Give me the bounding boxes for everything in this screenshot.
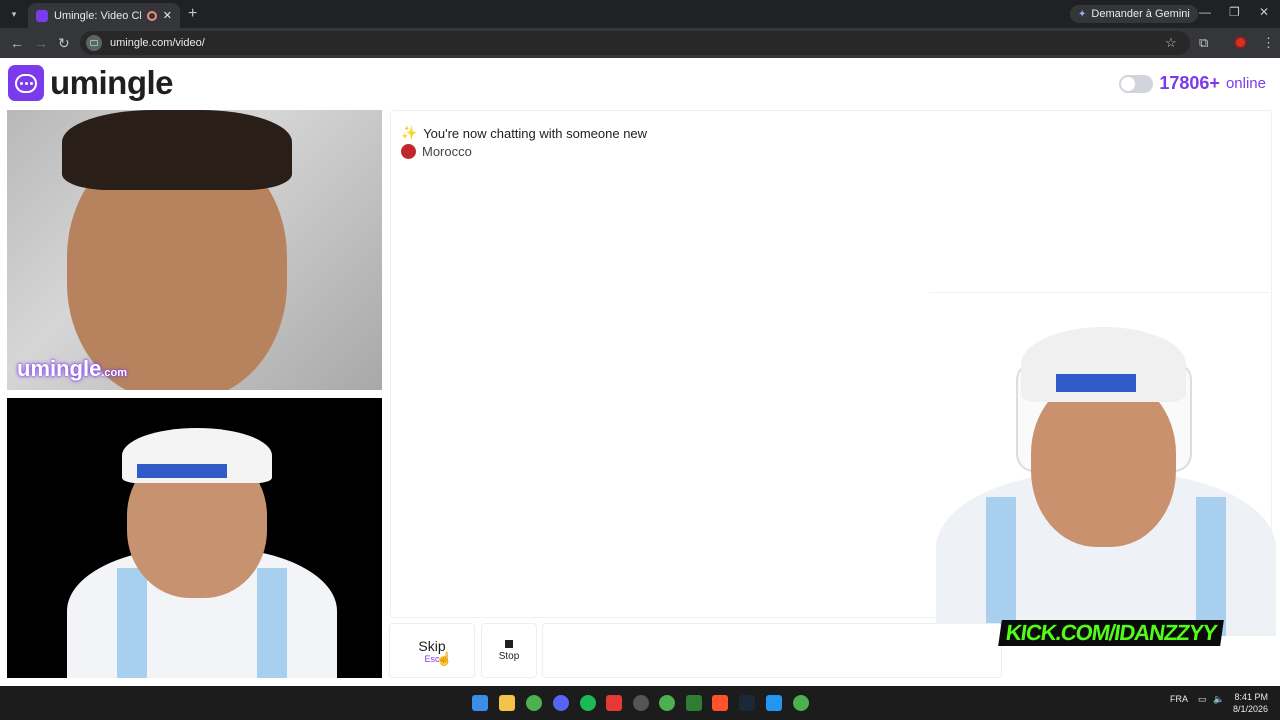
windows-taskbar: FRA ▭ 🔈 8:41 PM 8/1/2026: [0, 686, 1280, 720]
streamer-face: [1031, 377, 1176, 547]
self-video: [7, 398, 382, 678]
back-icon[interactable]: ←: [10, 35, 24, 51]
overlay-ghost-line: [929, 292, 1269, 293]
browser-tab-bar: ▾ Umingle: Video Chat with S ✕ + ✦ Deman…: [0, 0, 1280, 28]
umingle-favicon-icon: [36, 9, 48, 22]
stranger-hair: [62, 110, 292, 190]
chat-bubble-logo-icon: [8, 65, 44, 101]
browser-menu-icon[interactable]: ⋮: [1262, 35, 1275, 51]
obs-icon[interactable]: [633, 695, 649, 711]
chrome-2-icon[interactable]: [793, 695, 809, 711]
tab-search-icon[interactable]: ▾: [6, 6, 22, 22]
steam-icon[interactable]: [739, 695, 755, 711]
discord-icon[interactable]: [553, 695, 569, 711]
online-label: online: [1225, 75, 1266, 92]
country-message: Morocco: [401, 144, 472, 159]
self-headband: [137, 464, 227, 478]
reload-icon[interactable]: ↻: [58, 35, 70, 52]
window-close-icon[interactable]: ✕: [1259, 5, 1269, 19]
theme-toggle[interactable]: [1119, 74, 1154, 93]
forward-icon[interactable]: →: [34, 35, 48, 51]
site-logo[interactable]: umingle: [8, 64, 174, 102]
url-text: umingle.com/video/: [110, 37, 205, 49]
url-field[interactable]: umingle.com/video/: [80, 31, 1190, 55]
umingle-watermark: umingle.com: [17, 356, 128, 381]
tab-close-icon[interactable]: ✕: [163, 9, 172, 22]
gemini-label: Demander à Gemini: [1091, 8, 1190, 20]
new-tab-button[interactable]: +: [188, 5, 197, 23]
stop-label: Stop: [498, 650, 520, 662]
app-red-icon[interactable]: [606, 695, 622, 711]
language-indicator[interactable]: FRA: [1170, 694, 1188, 704]
spotify-icon[interactable]: [580, 695, 596, 711]
address-bar: ← → ↻ umingle.com/video/ ☆ ⧉ ⋮: [0, 28, 1280, 58]
gemini-icon: ✦: [1078, 8, 1087, 20]
chrome-active-icon[interactable]: [659, 695, 675, 711]
tab-umingle[interactable]: Umingle: Video Chat with S ✕: [28, 3, 180, 28]
chrome-icon[interactable]: [526, 695, 542, 711]
network-icon[interactable]: ▭: [1198, 694, 1207, 705]
file-explorer-icon[interactable]: [499, 695, 515, 711]
extension-red-icon[interactable]: [1234, 36, 1247, 49]
telegram-icon[interactable]: [766, 695, 782, 711]
volume-icon[interactable]: 🔈: [1213, 694, 1224, 705]
online-indicator: 17806+ online: [1119, 73, 1266, 94]
logo-text: umingle: [50, 64, 174, 101]
gemini-button[interactable]: ✦ Demander à Gemini: [1070, 5, 1198, 23]
message-input[interactable]: [542, 623, 1002, 678]
windows-start-icon[interactable]: [472, 695, 488, 711]
skip-button[interactable]: Skip Esc: [389, 623, 475, 678]
hand-cursor-icon: ☝: [436, 651, 453, 666]
minimize-icon[interactable]: —: [1199, 5, 1211, 19]
streamer-webcam-overlay: [926, 322, 1280, 636]
kick-channel-banner: KICK.COM/IDANZZYY: [998, 620, 1225, 646]
sparkle-icon: ✨: [401, 125, 418, 140]
recording-icon: [146, 10, 157, 21]
tab-title: Umingle: Video Chat with S: [54, 9, 141, 22]
system-clock[interactable]: 8:41 PM 8/1/2026: [1233, 691, 1268, 715]
stranger-video: umingle.com: [7, 110, 382, 390]
brave-icon[interactable]: [712, 695, 728, 711]
streamer-headband: [1056, 374, 1136, 392]
extensions-icon[interactable]: ⧉: [1199, 35, 1208, 51]
morocco-flag-icon: [401, 144, 416, 159]
play-icon[interactable]: [686, 695, 702, 711]
bookmark-star-icon[interactable]: ☆: [1165, 35, 1177, 51]
camera-permission-icon[interactable]: [86, 35, 102, 51]
system-message: ✨ You're now chatting with someone new: [401, 125, 648, 141]
stop-button[interactable]: Stop: [481, 623, 537, 678]
online-count: 17806+: [1159, 73, 1220, 93]
stop-icon: [505, 639, 513, 648]
maximize-icon[interactable]: ❐: [1229, 5, 1240, 19]
